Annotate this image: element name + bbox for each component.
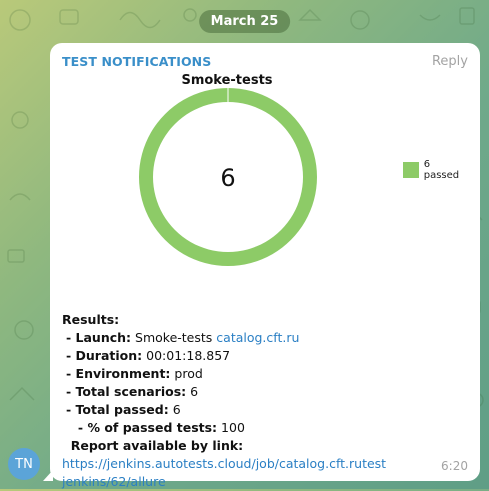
- total-passed-value: 6: [172, 402, 181, 417]
- chart-legend: 6 passed: [403, 159, 468, 181]
- total-scenarios-value: 6: [190, 384, 199, 399]
- percent-passed-value: 100: [221, 420, 245, 435]
- results-heading: Results:: [62, 312, 120, 327]
- date-separator: March 25: [198, 10, 291, 33]
- environment-line: - Environment: prod: [62, 365, 468, 383]
- launch-link[interactable]: catalog.cft.ru: [216, 330, 299, 345]
- report-link-line-2[interactable]: jenkins/62/allure: [62, 473, 468, 491]
- report-label: Report available by link:: [62, 437, 468, 455]
- environment-value: prod: [174, 366, 203, 381]
- total-passed-label: - Total passed:: [65, 402, 169, 417]
- avatar-initials: TN: [15, 456, 33, 472]
- environment-label: - Environment:: [65, 366, 171, 381]
- percent-passed-label: - % of passed tests:: [77, 420, 218, 435]
- legend-label-passed: 6 passed: [423, 159, 460, 181]
- message-header: TEST NOTIFICATIONS Reply: [62, 51, 468, 71]
- message-bubble: TEST NOTIFICATIONS Reply Smoke-tests 6 6…: [50, 43, 480, 489]
- donut-chart-svg: 6: [138, 87, 317, 266]
- legend-swatch-passed: [403, 162, 419, 178]
- launch-label: - Launch:: [65, 330, 132, 345]
- launch-value: Smoke-tests: [135, 330, 213, 345]
- launch-line: - Launch: Smoke-tests catalog.cft.ru: [62, 329, 468, 347]
- sender-name[interactable]: TEST NOTIFICATIONS: [62, 54, 211, 69]
- report-link-line-1[interactable]: https://jenkins.autotests.cloud/job/cata…: [62, 455, 468, 473]
- total-scenarios-label: - Total scenarios:: [65, 384, 187, 399]
- duration-value: 00:01:18.857: [146, 348, 231, 363]
- donut-center-label: 6: [220, 164, 235, 192]
- duration-line: - Duration: 00:01:18.857: [62, 347, 468, 365]
- total-scenarios-line: - Total scenarios: 6: [62, 383, 468, 401]
- chart-title: Smoke-tests: [181, 73, 273, 88]
- report-label-text: Report available by link:: [70, 438, 244, 453]
- donut-chart[interactable]: Smoke-tests 6 6 passed: [62, 73, 468, 287]
- percent-passed-line: - % of passed tests: 100: [62, 419, 468, 437]
- message-time: 6:20: [441, 459, 468, 473]
- total-passed-line: - Total passed: 6: [62, 401, 468, 419]
- sender-avatar[interactable]: TN: [8, 448, 40, 480]
- results-text: Results: - Launch: Smoke-tests catalog.c…: [62, 311, 468, 491]
- duration-label: - Duration:: [65, 348, 143, 363]
- reply-button[interactable]: Reply: [432, 54, 468, 69]
